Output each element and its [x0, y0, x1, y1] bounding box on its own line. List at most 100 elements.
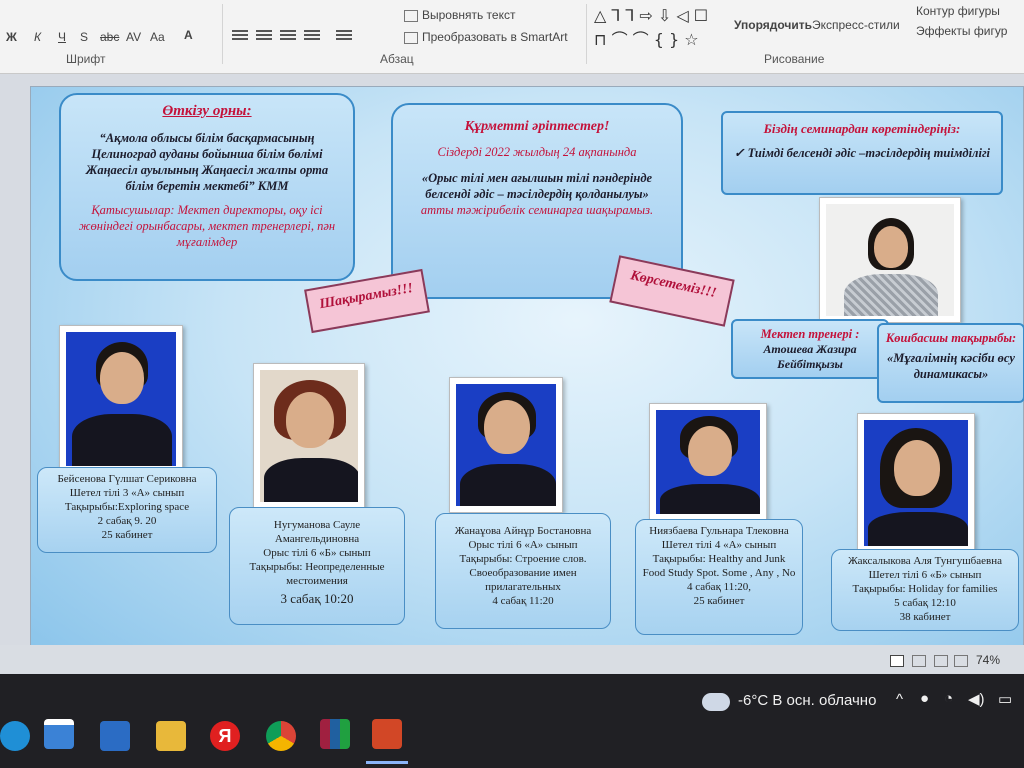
weather-text[interactable]: -6°C В осн. облачно — [738, 692, 876, 709]
trainer-box[interactable]: Мектеп тренері : Атошева Жазира Бейбітқы… — [731, 319, 889, 379]
italic-button[interactable]: К — [34, 30, 41, 44]
invite-date: Сіздерді 2022 жылдың 24 ақпанында — [437, 145, 637, 159]
shape-effects-button[interactable]: Эффекты фигур — [916, 24, 1007, 38]
convert-smartart-button[interactable]: Преобразовать в SmartArt — [422, 30, 568, 44]
align-center-icon[interactable] — [256, 30, 272, 42]
file-explorer-icon[interactable] — [156, 721, 186, 751]
teacher-line: Шетел тілі 6 «Б» сынып — [868, 569, 982, 581]
font-color-button[interactable]: A — [184, 28, 193, 42]
teacher-line: Орыс тілі 6 «Б» сынып — [263, 547, 371, 559]
teacher-line: 5 сабақ 12:10 — [894, 597, 956, 609]
checkmark-icon: ✓ — [733, 146, 748, 160]
slideshow-icon[interactable] — [954, 655, 968, 667]
leader-topic-title: Көшбасшы тақырыбы: — [885, 331, 1017, 345]
text-direction-icon[interactable] — [404, 10, 418, 22]
strikethrough-button[interactable]: abc — [100, 30, 119, 44]
bold-button[interactable]: Ж — [6, 30, 17, 44]
teacher-line: 3 сабақ 10:20 — [280, 591, 354, 606]
teacher-line: 4 сабақ 11:20 — [492, 595, 554, 607]
teacher-line: 4 сабақ 11:20, — [686, 581, 752, 593]
status-bar: 74% — [0, 645, 1024, 673]
powerpoint-icon[interactable] — [372, 719, 402, 749]
wifi-icon[interactable]: ◔ — [944, 690, 953, 707]
teacher-name: Нугуманова Сауле Амангельдиновна — [273, 519, 361, 545]
trainer-title: Мектеп тренері : — [760, 327, 860, 341]
cloud-weather-icon — [702, 693, 730, 711]
teacher-line: Шетел тілі 3 «А» сынып — [69, 487, 185, 499]
aim-box[interactable]: Біздің семинардан көретіндеріңіз: ✓ Тиім… — [721, 111, 1003, 195]
teacher-card[interactable]: Нугуманова Сауле Амангельдиновна Орыс ті… — [229, 507, 405, 625]
teacher-line: Тақырыбы: Строение слов. Своеобразование… — [459, 553, 587, 593]
teacher-card[interactable]: Жанаұова Айнұр Бостановна Орыс тілі 6 «А… — [435, 513, 611, 629]
teacher-photo — [59, 325, 183, 473]
teacher-name: Жанаұова Айнұр Бостановна — [454, 525, 592, 537]
volume-icon[interactable]: ◀) — [968, 690, 985, 708]
teacher-card[interactable]: Жаксалыкова Аля Тунгушбаевна Шетел тілі … — [831, 549, 1019, 631]
shapes-gallery-icon[interactable]: △ ⅂ ⅂ ⇨ ⇩ ◁ ☐ — [594, 6, 708, 25]
trainer-photo — [819, 197, 961, 323]
shadow-button[interactable]: S — [80, 30, 88, 44]
show-banner[interactable]: Көрсетеміз!!! — [609, 255, 735, 327]
teacher-name: Ниязбаева Гульнара Тлековна — [649, 525, 789, 537]
teacher-name: Бейсенова Гүлшат Сериковна — [57, 473, 197, 485]
shape-outline-button[interactable]: Контур фигуры — [916, 4, 1000, 18]
teacher-line: 25 кабинет — [101, 529, 153, 541]
microphone-icon[interactable]: ● — [920, 690, 929, 707]
teacher-photo — [253, 363, 365, 509]
smartart-icon[interactable] — [404, 32, 418, 44]
mail-icon[interactable] — [100, 721, 130, 751]
venue-participants: Қатысушылар: Мектеп директоры, оқу ісі ж… — [78, 203, 336, 249]
teacher-line: Орыс тілі 6 «А» сынып — [468, 539, 578, 551]
teacher-card[interactable]: Бейсенова Гүлшат Сериковна Шетел тілі 3 … — [37, 467, 217, 553]
quick-styles-button[interactable]: Экспресс-стили — [812, 18, 900, 32]
columns-icon[interactable] — [336, 30, 352, 42]
trainer-name: Атошева Жазира Бейбітқызы — [763, 342, 857, 371]
teacher-photo — [857, 413, 975, 553]
align-left-icon[interactable] — [232, 30, 248, 42]
divider — [586, 4, 587, 64]
teacher-line: 2 сабақ 9. 20 — [97, 515, 157, 527]
teacher-line: Тақырыбы: Healthy and Junk Food Study Sp… — [642, 553, 796, 579]
arrange-button[interactable]: Упорядочить — [734, 18, 812, 32]
teacher-line: 25 кабинет — [693, 595, 745, 607]
yandex-icon[interactable]: Я — [210, 721, 240, 751]
teacher-line: Тақырыбы: Holiday for families — [852, 583, 998, 595]
char-spacing-button[interactable]: AV — [126, 30, 141, 44]
chevron-up-icon[interactable]: ^ — [896, 691, 903, 708]
group-drawing-label: Рисование — [764, 52, 825, 66]
zoom-level[interactable]: 74% — [976, 653, 1000, 667]
group-font-label: Шрифт — [66, 52, 106, 66]
aim-item-text: Тиімді белсенді әдіс –тәсілдердің тиімді… — [747, 146, 991, 160]
slide-sorter-icon[interactable] — [912, 655, 926, 667]
active-app-indicator — [366, 761, 408, 764]
venue-box[interactable]: Өткізу орны: “Ақмола облысы білім басқар… — [59, 93, 355, 281]
teacher-line: Тақырыбы:Exploring space — [64, 501, 190, 513]
teacher-photo — [449, 377, 563, 513]
normal-view-icon[interactable] — [890, 655, 904, 667]
divider — [222, 4, 223, 64]
ribbon: Ж К Ч S abc AV Aa A Шрифт Выровнять текс… — [0, 0, 1024, 74]
underline-button[interactable]: Ч — [58, 30, 66, 44]
invite-title: Құрметті әріптестер! — [464, 119, 610, 134]
change-case-button[interactable]: Aa — [150, 30, 165, 44]
shapes-gallery-row2-icon[interactable]: ⊓ ⌒ ⌒ { } ☆ — [594, 26, 699, 50]
taskbar: Я -6°C В осн. облачно ^ ● ◔ ◀) ▭ — [0, 675, 1024, 768]
reading-view-icon[interactable] — [934, 655, 948, 667]
teacher-card[interactable]: Ниязбаева Гульнара Тлековна Шетел тілі 4… — [635, 519, 803, 635]
aim-title: Біздің семинардан көретіндеріңіз: — [763, 121, 961, 136]
teacher-line: Шетел тілі 4 «А» сынып — [661, 539, 777, 551]
leader-topic-box[interactable]: Көшбасшы тақырыбы: «Мұғалімнің кәсіби өс… — [877, 323, 1024, 403]
battery-icon[interactable]: ▭ — [998, 690, 1012, 708]
winrar-icon[interactable] — [320, 719, 350, 749]
store-icon[interactable] — [44, 719, 74, 749]
teacher-line: Тақырыбы: Неопределенные местоимения — [249, 561, 385, 587]
venue-title: Өткізу орны: — [162, 103, 252, 119]
align-right-icon[interactable] — [280, 30, 296, 42]
edge-icon[interactable] — [0, 721, 30, 751]
chrome-icon[interactable] — [266, 721, 296, 751]
justify-icon[interactable] — [304, 30, 320, 42]
teacher-photo — [649, 403, 767, 521]
aim-item: ✓ Тиімді белсенді әдіс –тәсілдердің тиім… — [733, 145, 991, 161]
slide-canvas[interactable]: Өткізу орны: “Ақмола облысы білім басқар… — [30, 86, 1024, 671]
align-text-button[interactable]: Выровнять текст — [422, 8, 515, 22]
